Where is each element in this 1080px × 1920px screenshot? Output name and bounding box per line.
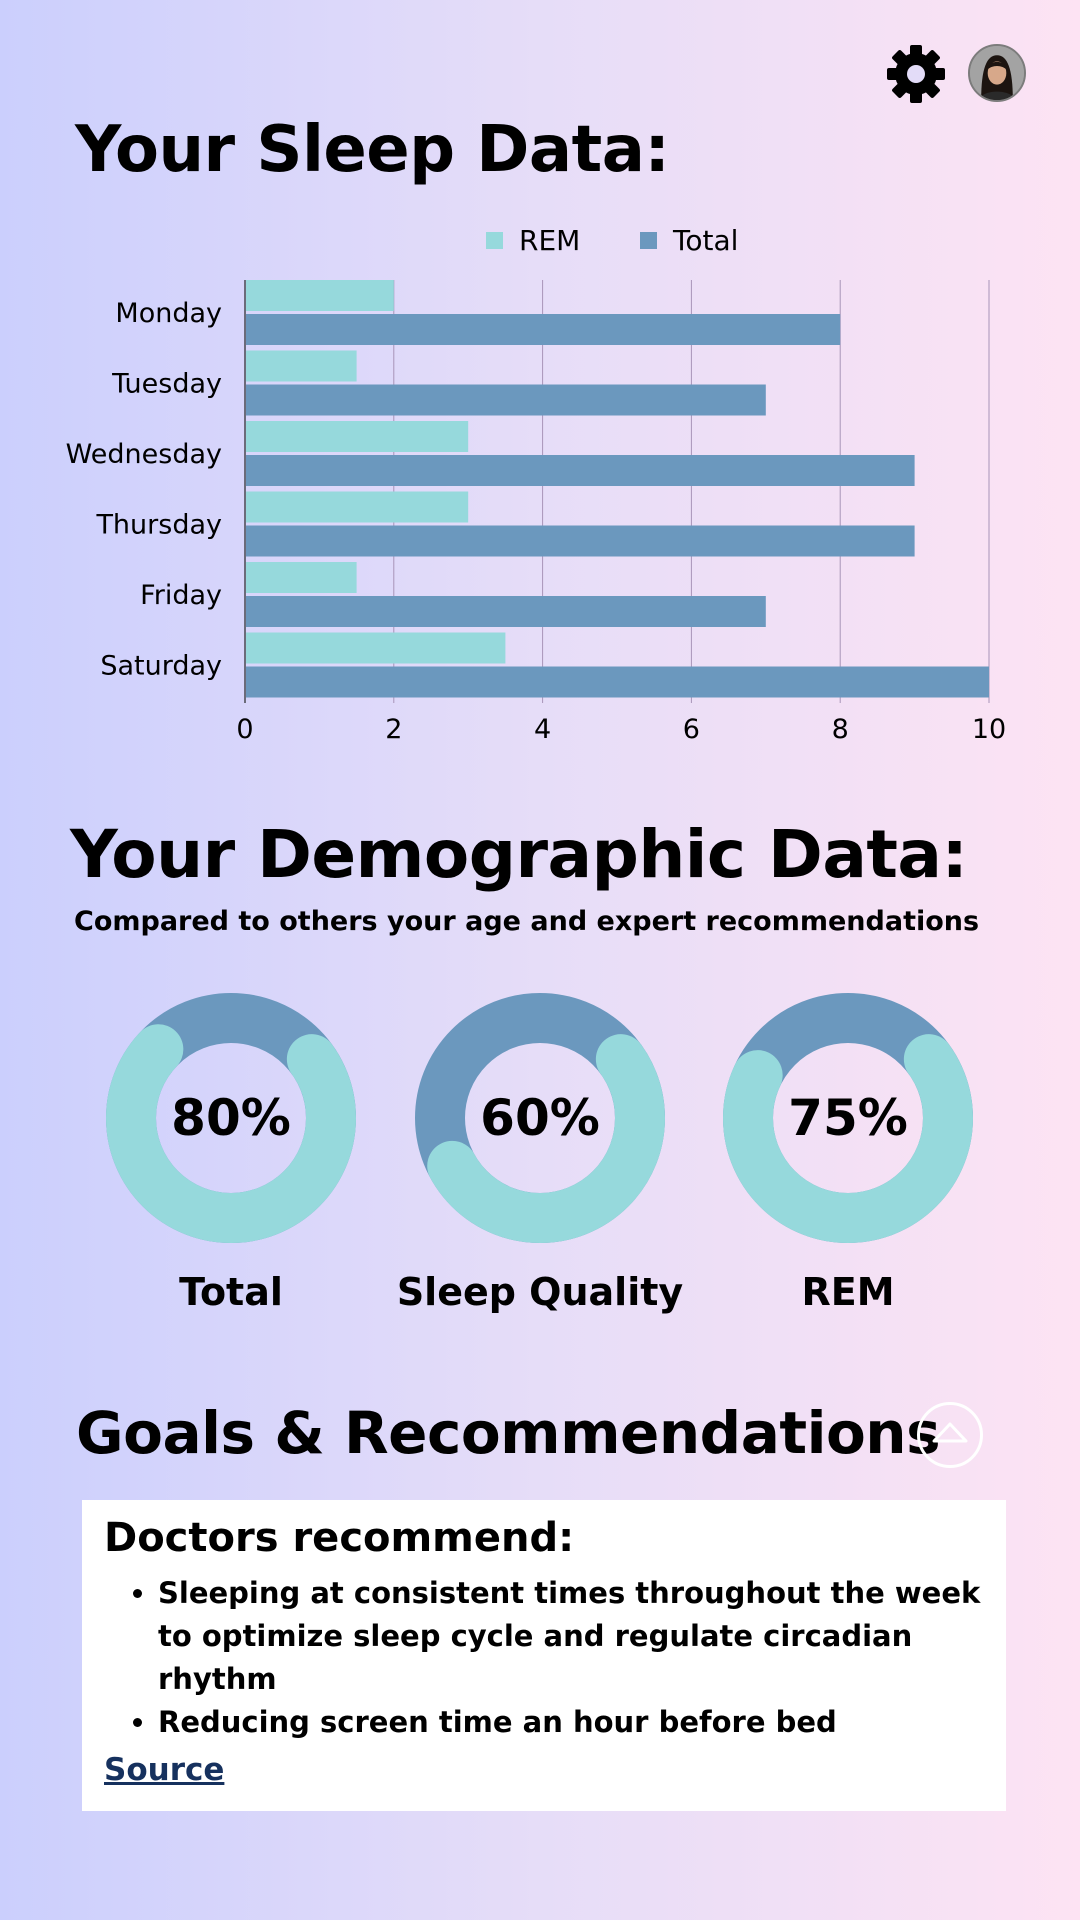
bar-rem-monday [245, 280, 394, 311]
legend-rem-swatch [486, 232, 503, 249]
legend-total-label: Total [673, 224, 739, 257]
demographic-subtitle: Compared to others your age and expert r… [74, 906, 980, 937]
bar-rem-saturday [245, 632, 506, 664]
demographic-data-title: Your Demographic Data: [70, 816, 968, 893]
total-ring-value: 80% [171, 1089, 291, 1147]
y-category-label: Thursday [95, 510, 222, 541]
sleep-quality-ring: 60% [414, 992, 666, 1244]
recommendations-list: Sleeping at consistent times throughout … [104, 1572, 984, 1744]
rem-ring: 75% [722, 992, 974, 1244]
x-tick-label: 10 [972, 714, 1006, 740]
legend-total: Total [640, 224, 738, 257]
bar-rem-wednesday [245, 421, 469, 452]
y-category-label: Wednesday [66, 439, 222, 470]
x-tick-label: 2 [385, 714, 402, 740]
legend-rem: REM [486, 224, 580, 257]
recommendations-card: Doctors recommend: Sleeping at consisten… [82, 1500, 1006, 1811]
card-title: Doctors recommend: [104, 1515, 575, 1561]
gear-icon[interactable] [884, 42, 948, 106]
sleep-bar-chart: 0 2 4 6 8 10 Monday Tuesday Wednesday Thursday Fri… [66, 280, 1006, 740]
chevron-up-icon [932, 1422, 968, 1443]
x-tick-label: 0 [236, 714, 253, 740]
bar-rem-friday [245, 562, 357, 593]
bar-total-wednesday [245, 455, 915, 486]
x-tick-label: 6 [683, 714, 700, 740]
total-ring: 80% [105, 992, 357, 1244]
bar-total-friday [245, 596, 766, 627]
sleep-quality-ring-label: Sleep Quality [396, 1270, 684, 1314]
bar-total-saturday [245, 666, 989, 698]
source-link[interactable]: Source [104, 1752, 224, 1788]
bar-total-monday [245, 314, 841, 345]
y-category-label: Tuesday [111, 369, 222, 400]
user-avatar[interactable] [968, 44, 1026, 102]
y-category-label: Friday [140, 580, 222, 611]
goals-title: Goals & Recommendations [76, 1399, 941, 1467]
y-category-label: Saturday [100, 651, 222, 682]
sleep-quality-ring-value: 60% [480, 1089, 600, 1147]
rem-ring-value: 75% [788, 1089, 908, 1147]
collapse-button[interactable] [917, 1402, 983, 1468]
bar-total-tuesday [245, 384, 766, 416]
legend-total-swatch [640, 232, 657, 249]
list-item: Sleeping at consistent times throughout … [158, 1572, 984, 1701]
x-tick-label: 8 [832, 714, 849, 740]
legend-rem-label: REM [519, 224, 581, 257]
total-ring-label: Total [179, 1270, 283, 1314]
x-tick-label: 4 [534, 714, 551, 740]
list-item: Reducing screen time an hour before bed [158, 1701, 984, 1744]
bar-total-thursday [245, 525, 915, 557]
bar-rem-tuesday [245, 350, 357, 382]
y-category-label: Monday [115, 298, 222, 329]
rem-ring-label: REM [801, 1270, 895, 1314]
sleep-data-title: Your Sleep Data: [75, 113, 670, 187]
bar-rem-thursday [245, 491, 469, 523]
